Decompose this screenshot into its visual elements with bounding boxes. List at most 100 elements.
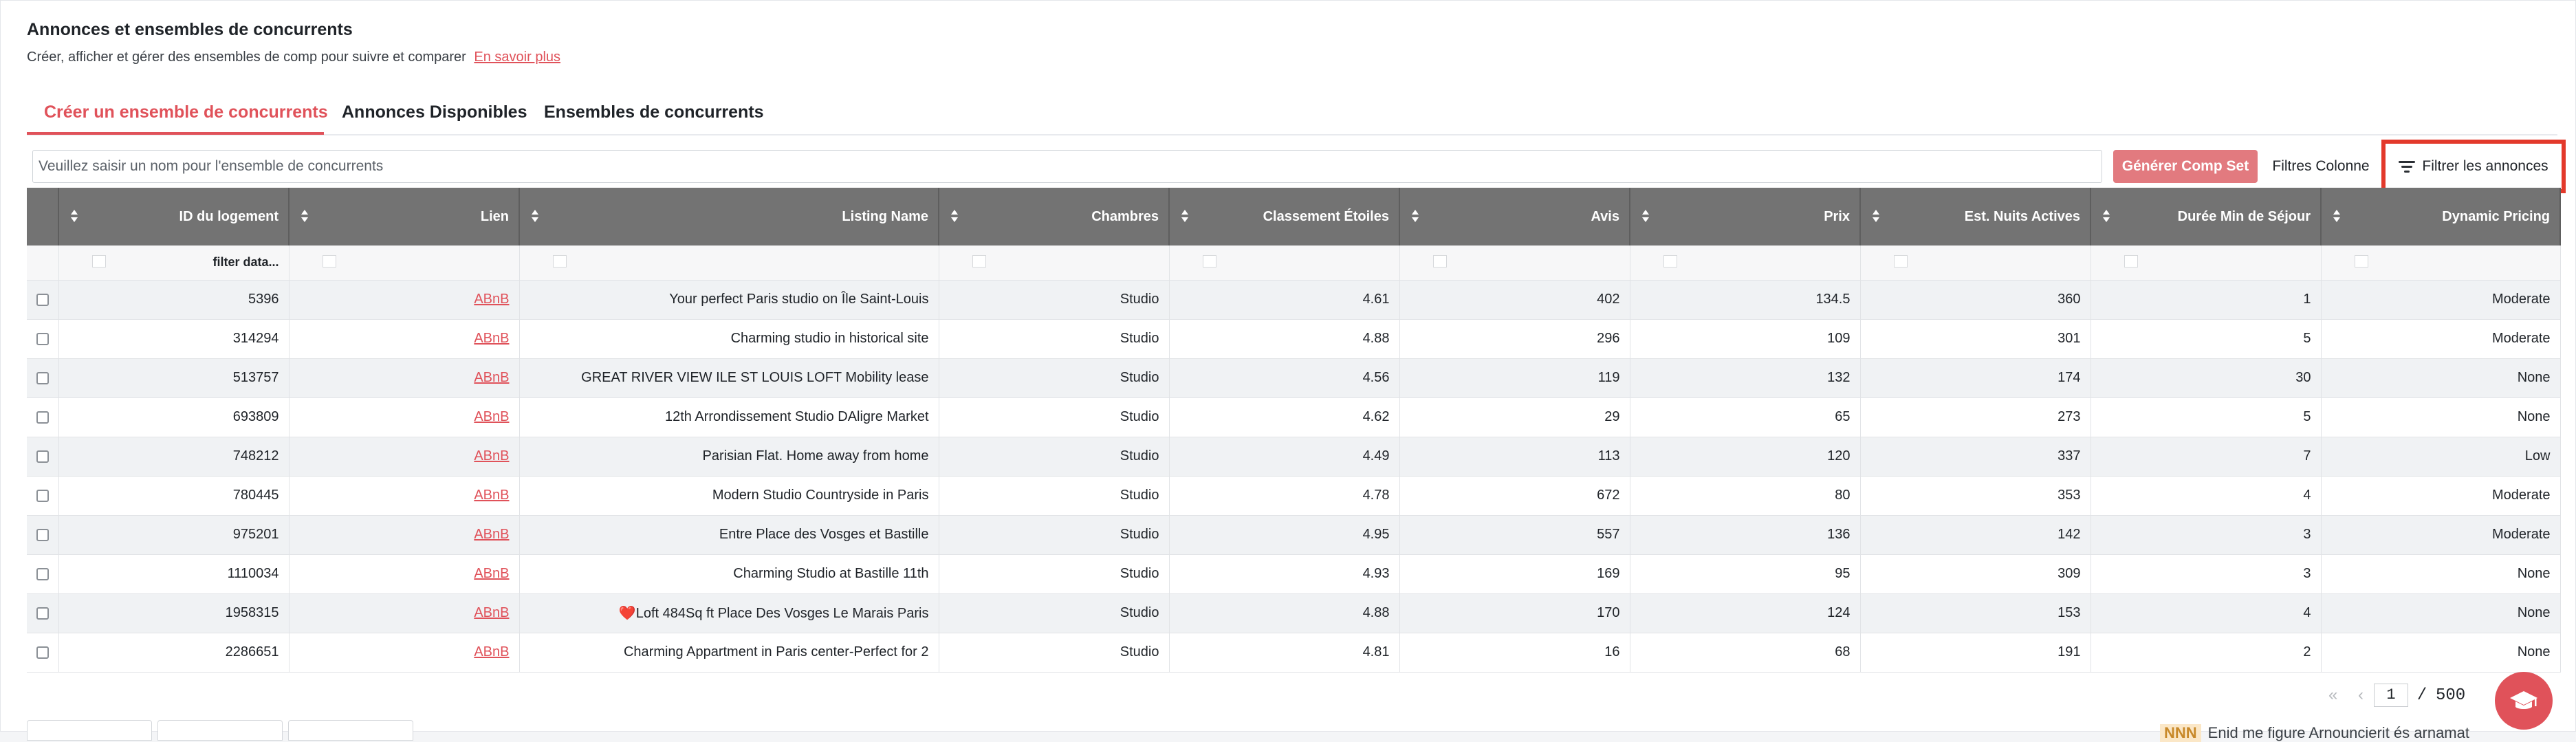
current-page-input[interactable]: 1 xyxy=(2374,684,2408,707)
help-button[interactable] xyxy=(2495,672,2553,730)
filter-toggle[interactable] xyxy=(1663,255,1677,268)
filter-toggle[interactable] xyxy=(1893,255,1908,268)
active-nights-cell: 153 xyxy=(1860,593,2091,633)
row-select-cell xyxy=(27,476,59,516)
filter-cell-pricing[interactable] xyxy=(2321,245,2561,281)
sort-icon[interactable] xyxy=(1411,210,1419,223)
sort-icon[interactable] xyxy=(1872,210,1880,223)
filter-toggle[interactable] xyxy=(1202,255,1216,268)
filter-toggle[interactable] xyxy=(972,255,986,268)
tab-available-listings[interactable]: Annonces Disponibles xyxy=(342,102,527,122)
table-row[interactable]: 5396 ABnB Your perfect Paris studio on Île… xyxy=(27,280,2561,320)
prev-page-icon[interactable]: ‹ xyxy=(2348,686,2374,705)
row-checkbox[interactable] xyxy=(36,293,49,306)
filter-cell-stars[interactable] xyxy=(1169,245,1400,281)
column-header-reviews[interactable]: Avis xyxy=(1399,188,1630,245)
row-checkbox[interactable] xyxy=(36,646,49,659)
reviews-cell: 169 xyxy=(1399,554,1630,594)
listing-link[interactable]: ABnB xyxy=(474,605,509,620)
filter-cell-name[interactable] xyxy=(519,245,939,281)
filter-toggle[interactable] xyxy=(552,255,567,268)
listing-link[interactable]: ABnB xyxy=(474,292,509,307)
column-label: ID du logement xyxy=(179,208,279,224)
column-header-price[interactable]: Prix xyxy=(1630,188,1861,245)
table-row[interactable]: 314294 ABnB Charming studio in historical … xyxy=(27,319,2561,359)
filter-toggle[interactable] xyxy=(1432,255,1447,268)
table-row[interactable]: 1958315 ABnB ❤️Loft 484Sq ft Place Des Vos… xyxy=(27,593,2561,633)
tab-bar: Créer un ensemble de concurrents Annonce… xyxy=(27,97,2557,135)
listing-link[interactable]: ABnB xyxy=(474,448,509,463)
listing-link[interactable]: ABnB xyxy=(474,409,509,424)
filter-cell-link[interactable] xyxy=(289,245,520,281)
column-header-active-nights[interactable]: Est. Nuits Actives xyxy=(1860,188,2091,245)
header-row: ID du logement Lien Listing Name Chambre… xyxy=(27,188,2561,245)
column-header-id[interactable]: ID du logement xyxy=(58,188,290,245)
filter-listings-button[interactable]: Filtrer les annonces xyxy=(2381,140,2566,193)
row-checkbox[interactable] xyxy=(36,567,49,580)
sort-icon[interactable] xyxy=(1181,210,1189,223)
sort-icon[interactable] xyxy=(301,210,309,223)
first-page-icon[interactable]: « xyxy=(2328,686,2348,705)
row-checkbox[interactable] xyxy=(36,411,49,424)
row-checkbox[interactable] xyxy=(36,332,49,345)
filter-cell-nights[interactable] xyxy=(1860,245,2091,281)
listing-link[interactable]: ABnB xyxy=(474,644,509,659)
listing-name-cell: GREAT RIVER VIEW ILE ST LOUIS LOFT Mobil… xyxy=(519,358,939,398)
sort-icon[interactable] xyxy=(2333,210,2341,223)
listing-link[interactable]: ABnB xyxy=(474,488,509,503)
dynamic-pricing-cell: None xyxy=(2321,397,2561,437)
column-header-link[interactable]: Lien xyxy=(289,188,520,245)
column-header-rooms[interactable]: Chambres xyxy=(939,188,1170,245)
listing-link[interactable]: ABnB xyxy=(474,370,509,385)
total-pages: 500 xyxy=(2436,686,2466,705)
sort-icon[interactable] xyxy=(950,210,959,223)
generate-comp-set-button[interactable]: Générer Comp Set xyxy=(2113,150,2258,183)
listing-link[interactable]: ABnB xyxy=(474,527,509,542)
table-row[interactable]: 780445 ABnB Modern Studio Countryside in P… xyxy=(27,476,2561,516)
column-header-stars[interactable]: Classement Étoiles xyxy=(1169,188,1400,245)
sort-icon[interactable] xyxy=(2102,210,2110,223)
table-row[interactable]: 1110034 ABnB Charming Studio at Bastille 1… xyxy=(27,554,2561,594)
sort-icon[interactable] xyxy=(531,210,539,223)
link-cell: ABnB xyxy=(289,397,520,437)
filter-cell-min-stay[interactable] xyxy=(2091,245,2322,281)
row-checkbox[interactable] xyxy=(36,528,49,541)
table-row[interactable]: 748212 ABnB Parisian Flat. Home away from … xyxy=(27,437,2561,477)
bottom-tab[interactable] xyxy=(288,720,413,741)
filter-lines-icon xyxy=(2399,160,2416,173)
column-filters-button[interactable]: Filtres Colonne xyxy=(2263,150,2379,183)
row-checkbox[interactable] xyxy=(36,607,49,620)
filter-cell xyxy=(27,245,59,281)
listing-link[interactable]: ABnB xyxy=(474,331,509,346)
filter-toggle[interactable] xyxy=(91,255,106,268)
tab-create-competitor-set[interactable]: Créer un ensemble de concurrents xyxy=(44,102,328,122)
filter-cell-id[interactable]: filter data... xyxy=(58,245,290,281)
sort-icon[interactable] xyxy=(70,210,78,223)
row-checkbox[interactable] xyxy=(36,489,49,502)
filter-toggle[interactable] xyxy=(322,255,336,268)
sort-icon[interactable] xyxy=(1641,210,1650,223)
column-header-dynamic-pricing[interactable]: Dynamic Pricing xyxy=(2321,188,2561,245)
bottom-tab[interactable] xyxy=(27,720,152,741)
tab-competitor-sets[interactable]: Ensembles de concurrents xyxy=(544,102,764,122)
row-checkbox[interactable] xyxy=(36,450,49,463)
listing-link[interactable]: ABnB xyxy=(474,566,509,581)
column-header-min-stay[interactable]: Durée Min de Séjour xyxy=(2091,188,2322,245)
id-cell: 5396 xyxy=(58,280,290,320)
column-header-listing-name[interactable]: Listing Name xyxy=(519,188,939,245)
competitor-set-name-input[interactable] xyxy=(32,150,2102,183)
filter-cell-reviews[interactable] xyxy=(1399,245,1630,281)
table-row[interactable]: 975201 ABnB Entre Place des Vosges et Bast… xyxy=(27,515,2561,555)
table-row[interactable]: 693809 ABnB 12th Arrondissement Studio DAl… xyxy=(27,397,2561,437)
link-cell: ABnB xyxy=(289,633,520,673)
row-checkbox[interactable] xyxy=(36,371,49,384)
filter-toggle[interactable] xyxy=(2124,255,2138,268)
filter-toggle[interactable] xyxy=(2354,255,2368,268)
listing-name-cell: Your perfect Paris studio on Île Saint-L… xyxy=(519,280,939,320)
filter-cell-price[interactable] xyxy=(1630,245,1861,281)
bottom-tab[interactable] xyxy=(157,720,283,741)
table-row[interactable]: 513757 ABnB GREAT RIVER VIEW ILE ST LOUIS … xyxy=(27,358,2561,398)
table-row[interactable]: 2286651 ABnB Charming Appartment in Paris … xyxy=(27,633,2561,673)
learn-more-link[interactable]: En savoir plus xyxy=(474,50,560,65)
filter-cell-rooms[interactable] xyxy=(939,245,1170,281)
